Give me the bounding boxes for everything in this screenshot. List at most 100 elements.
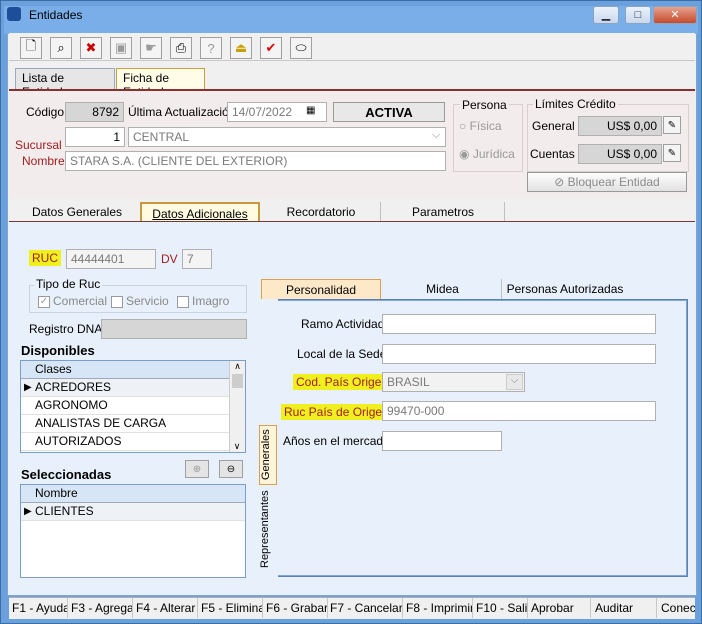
persona-label: Persona <box>460 98 509 112</box>
sucursal-num-field[interactable]: 1 <box>65 127 125 147</box>
chevron-down-icon[interactable]: ⌵ <box>432 129 440 142</box>
status-badge: ACTIVA <box>333 102 445 122</box>
f3-add-key[interactable]: F3 - Agregar <box>71 598 133 618</box>
servicio-checkbox[interactable]: Servicio <box>111 294 169 308</box>
window-title: Entidades <box>29 8 83 22</box>
f7-cancel-key[interactable]: F7 - Cancelar <box>330 598 403 618</box>
persona-group <box>453 104 523 172</box>
minimize-button[interactable]: ▁ <box>593 6 619 24</box>
tab-personas-autorizadas[interactable]: Personas Autorizadas <box>504 279 626 299</box>
list-item[interactable]: AGRONOMO <box>21 397 229 415</box>
hand-icon[interactable]: ☛ <box>140 37 162 59</box>
tab-midea[interactable]: Midea <box>384 279 502 299</box>
codigo-field: 8792 <box>65 102 124 122</box>
scroll-thumb[interactable] <box>232 374 243 388</box>
clases-header[interactable]: Clases <box>21 361 229 379</box>
disponibles-grid: Clases ▶ ACREDORES AGRONOMO ANALISTAS DE … <box>20 360 246 453</box>
pais-label: Cod. País Origen <box>293 374 392 390</box>
ramo-field[interactable] <box>382 314 656 334</box>
tab-datos-adicionales[interactable]: Datos Adicionales <box>140 202 260 222</box>
edit-general-icon[interactable]: ✎ <box>663 116 681 134</box>
scroll-down-icon[interactable]: ∨ <box>230 441 244 452</box>
f4-edit-key[interactable]: F4 - Alterar <box>136 598 198 618</box>
cuentas-label: Cuentas <box>530 147 575 161</box>
rucpais-field[interactable]: 99470-000 <box>382 401 656 421</box>
f8-print-key[interactable]: F8 - Imprimir <box>406 598 473 618</box>
tab-personalidad[interactable]: Personalidad <box>261 279 381 299</box>
remove-item-icon[interactable]: ⊖ <box>219 460 243 478</box>
sucursal-label: Sucursal <box>15 138 62 152</box>
list-item-label: CLIENTES <box>35 504 94 518</box>
list-item-label: ACREDORES <box>35 380 112 394</box>
tab-datos-generales[interactable]: Datos Generales <box>11 202 144 222</box>
ruc-field[interactable]: 44444401 <box>66 249 156 269</box>
save-icon[interactable]: ▣ <box>110 37 132 59</box>
list-item[interactable]: ▶ CLIENTES <box>21 503 245 521</box>
search-icon[interactable]: ⌕ <box>50 37 72 59</box>
nombre-header[interactable]: Nombre <box>21 485 245 503</box>
ok-icon[interactable]: ✔ <box>260 37 282 59</box>
pais-select[interactable]: BRASIL <box>382 372 525 392</box>
f6-save-key[interactable]: F6 - Grabar <box>266 598 328 618</box>
ramo-label: Ramo Actividad <box>301 317 385 331</box>
bloquear-button[interactable]: ⊘ Bloquear Entidad <box>527 172 687 192</box>
ruc-label: RUC <box>29 250 61 266</box>
registro-field <box>101 319 247 339</box>
dv-field[interactable]: 7 <box>182 249 212 269</box>
add-item-icon[interactable]: ⊕ <box>185 460 209 478</box>
app-icon <box>7 7 21 21</box>
tab-ficha-entidad[interactable]: Ficha de Entidad <box>116 68 205 99</box>
new-icon[interactable]: 🗋 <box>20 37 42 59</box>
local-field[interactable] <box>382 344 656 364</box>
scroll-up-icon[interactable]: ∧ <box>230 361 245 372</box>
list-item[interactable]: ANALISTAS DE CARGA <box>21 415 229 433</box>
close-button[interactable]: ✕ <box>653 6 697 24</box>
aprobar-button[interactable]: Aprobar <box>531 598 591 618</box>
anos-label: Años en el mercado <box>283 434 390 448</box>
nombre-label: Nombre <box>22 154 65 168</box>
help-icon[interactable]: ? <box>200 37 222 59</box>
tipo-ruc-label: Tipo de Ruc <box>34 277 103 291</box>
registro-label: Registro DNA <box>29 322 103 336</box>
list-item-label: AUTORIZADOS <box>35 434 122 448</box>
scrollbar[interactable]: ∧ ∨ <box>229 361 245 452</box>
imagro-checkbox[interactable]: Imagro <box>177 294 229 308</box>
tab-representantes[interactable]: Representantes <box>259 487 277 571</box>
list-item[interactable]: ▶ ACREDORES <box>21 379 229 397</box>
exit-icon[interactable]: ⏏ <box>230 37 252 59</box>
tab-generales[interactable]: Generales <box>259 425 277 485</box>
f1-help-key[interactable]: F1 - Ayuda <box>12 598 68 618</box>
servicio-label: Servicio <box>126 294 169 308</box>
f10-exit-key[interactable]: F10 - Salir <box>476 598 528 618</box>
seleccionadas-grid: Nombre ▶ CLIENTES <box>20 484 246 578</box>
pais-dropdown-icon[interactable]: ⌵ <box>506 374 523 390</box>
nombre-field[interactable]: STARA S.A. (CLIENTE DEL EXTERIOR) <box>65 151 446 171</box>
list-item[interactable]: AUTORIZADOS <box>21 433 229 451</box>
seleccionadas-label: Seleccionadas <box>21 467 112 482</box>
f5-delete-key[interactable]: F5 - Eliminar <box>201 598 263 618</box>
fisica-radio[interactable]: ○ Física <box>459 119 502 133</box>
edit-cuentas-icon[interactable]: ✎ <box>663 144 681 162</box>
tab-recordatorio[interactable]: Recordatorio <box>262 202 381 222</box>
maximize-button[interactable]: □ <box>625 6 651 24</box>
imagro-label: Imagro <box>192 294 230 308</box>
tab-lista-entidades[interactable]: Lista de Entidades <box>15 68 115 99</box>
eraser-icon[interactable]: ⬭ <box>290 37 312 59</box>
codigo-label: Código <box>26 105 65 119</box>
anos-field[interactable] <box>382 431 502 451</box>
tab-parametros-comerciales[interactable]: Parametros Comerciales <box>382 202 505 233</box>
auditar-button[interactable]: Auditar <box>595 598 657 618</box>
cuentas-credit-field: US$ 0,00 <box>578 144 662 164</box>
juridica-radio[interactable]: ◉ Jurídica <box>459 147 515 161</box>
delete-icon[interactable]: ✖ <box>80 37 102 59</box>
fisica-label: Física <box>469 119 502 133</box>
comercial-checkbox[interactable]: ✓ Comercial <box>38 294 107 308</box>
juridica-label: Jurídica <box>472 147 515 161</box>
sucursal-select[interactable]: CENTRAL <box>128 127 446 147</box>
general-credit-field: US$ 0,00 <box>578 116 662 136</box>
conectar-button[interactable]: Conec <box>661 598 695 618</box>
print-icon[interactable]: ⎙ <box>170 37 192 59</box>
list-item-label: ANALISTAS DE CARGA <box>35 416 167 430</box>
list-item-label: AGRONOMO <box>35 398 108 412</box>
calendar-icon[interactable]: ▦ <box>306 105 315 116</box>
